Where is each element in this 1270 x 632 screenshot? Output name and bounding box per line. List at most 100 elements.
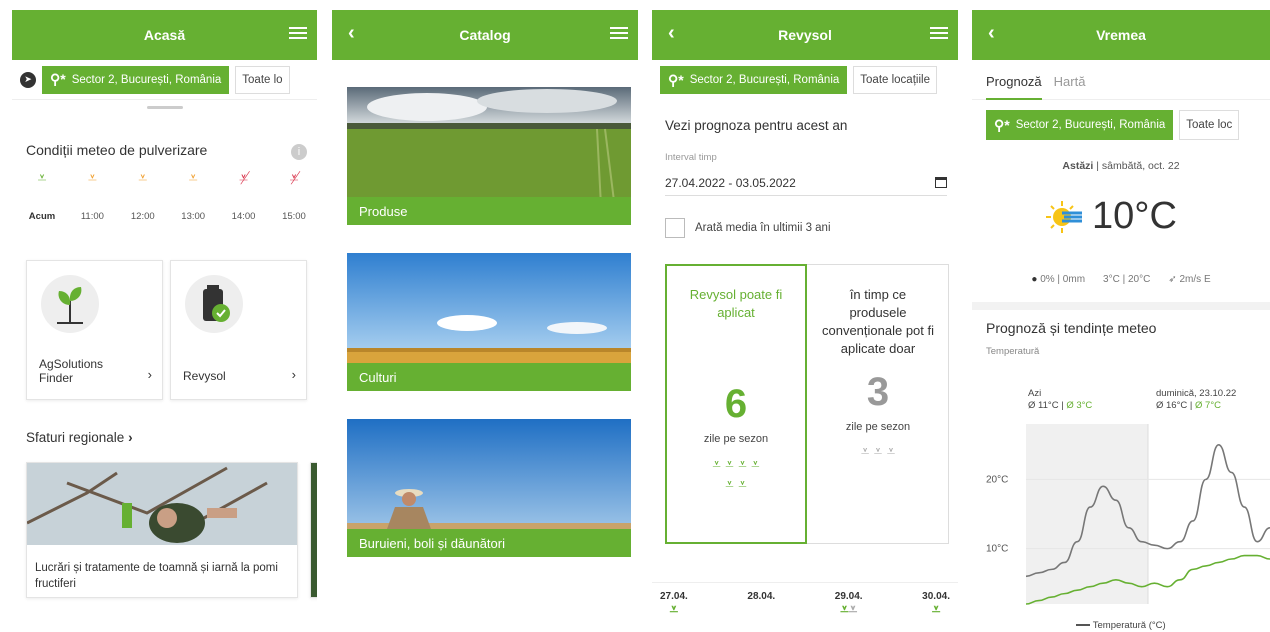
navigation-icon[interactable]: ➤ (20, 71, 36, 88)
wind-direction-icon: ➶ (1168, 274, 1177, 285)
tab-map[interactable]: Hartă (1054, 74, 1086, 99)
location-pin-icon: ⚲* (50, 71, 66, 87)
screen-revysol: ‹ Revysol ⚲* Sector 2, București, România… (652, 10, 958, 632)
spray-slot-time: 12:00 (130, 211, 155, 222)
interval-label: Interval timp (665, 152, 717, 163)
y-tick-label: 10°C (986, 544, 1008, 555)
sun-wind-icon (1044, 197, 1084, 237)
location-pill[interactable]: ⚲* Sector 2, București, România (660, 66, 848, 94)
revysol-card-title: Revysol poate fi aplicat (689, 287, 783, 320)
spray-slot[interactable]: ⩡ Acum (20, 170, 64, 223)
conventional-sprayer-icons: ⩡ ⩡ ⩡ (810, 443, 946, 461)
header-bar: ‹ Catalog (332, 10, 638, 60)
conventional-days-unit: zile pe sezon (845, 421, 911, 433)
current-weather: 10°C (1044, 195, 1177, 238)
header-bar: ‹ Revysol (652, 10, 958, 60)
catalog-card-label: Produse (347, 197, 631, 225)
spray-slot-time: Acum (28, 211, 56, 222)
all-locations-button[interactable]: Toate loc (1179, 110, 1240, 140)
sprayer-disabled-icon: ⩡̸ (239, 170, 249, 187)
checkbox[interactable] (665, 218, 685, 238)
average-checkbox-row[interactable]: Arată media în ultimii 3 ani (665, 218, 831, 238)
day1-low: Ø 3°C (1066, 400, 1093, 411)
location-pin-icon: ⚲* (994, 116, 1010, 133)
wind-value: ➶ 2m/s E (1168, 274, 1211, 285)
weather-tabs: Prognoză Hartă (972, 60, 1270, 100)
menu-icon[interactable] (930, 24, 948, 42)
day1-name: Azi (1028, 388, 1042, 399)
spray-slot-time: 11:00 (80, 211, 104, 222)
sprayer-icon: ⩡ (138, 170, 148, 187)
page-title: Vremea (1096, 27, 1146, 43)
sprayer-icon: ⩡ (873, 443, 883, 460)
sprayer-icon: ⩡ (725, 456, 734, 473)
legend-label: Temperatură (°C) (1092, 620, 1166, 631)
sprayer-icon: ⩡ (712, 456, 721, 473)
precip-value: ● 0% | 0mm (1031, 274, 1086, 285)
spray-slot[interactable]: ⩡̸ 14:00 (222, 170, 266, 223)
date-column[interactable]: 30.04. ⩡ (922, 583, 950, 632)
spray-slot[interactable]: ⩡ 12:00 (121, 170, 165, 223)
forecast-heading: Vezi prognoza pentru acest an (665, 118, 848, 133)
advice-title[interactable]: Sfaturi regionale › (26, 430, 133, 445)
back-icon[interactable]: ‹ (348, 22, 355, 45)
menu-icon[interactable] (289, 24, 307, 42)
screen-weather: ‹ Vremea Prognoză Hartă ⚲* Sector 2, Bucu… (972, 10, 1270, 632)
sprayer-icon: ⩡ (37, 170, 47, 187)
catalog-card-weeds[interactable]: Buruieni, boli și dăunători (347, 419, 631, 557)
location-text: Sector 2, București, România (71, 73, 222, 86)
header-bar: ‹ Vremea (972, 10, 1270, 60)
tile-label: Revysol (183, 369, 226, 383)
tile-agsolutions[interactable]: AgSolutions Finder › (26, 260, 163, 400)
day2-avg: Ø 16°C | (1156, 400, 1193, 411)
drag-handle[interactable] (146, 106, 183, 109)
tab-forecast[interactable]: Prognoză (986, 74, 1042, 100)
drop-icon: ● (1031, 274, 1038, 285)
checkbox-label: Arată media în ultimii 3 ani (695, 222, 831, 234)
back-icon[interactable]: ‹ (668, 22, 675, 45)
sprayer-icon: ⩡ (860, 443, 870, 460)
calendar-icon (935, 177, 947, 188)
back-icon[interactable]: ‹ (988, 22, 995, 45)
catalog-card-products[interactable]: Produse (347, 87, 631, 225)
screen-home: Acasă ➤ ⚲* Sector 2, București, România T… (12, 10, 317, 632)
info-icon[interactable]: i (291, 144, 307, 160)
all-locations-button[interactable]: Toate lo (235, 65, 290, 94)
spray-slot[interactable]: ⩡ 11:00 (70, 170, 114, 223)
page-title: Catalog (459, 27, 511, 43)
location-pin-icon: ⚲* (668, 71, 684, 88)
location-pill[interactable]: ⚲* Sector 2, București, România (986, 110, 1174, 140)
page-title: Acasă (143, 27, 186, 43)
minmax-value: 3°C | 20°C (1103, 274, 1151, 285)
sprayer-icon: ⩡ (751, 456, 760, 473)
date-column[interactable]: 27.04. ⩡ (660, 583, 688, 632)
menu-icon[interactable] (610, 24, 628, 42)
revysol-sprayer-icons: ⩡ ⩡ ⩡ ⩡ ⩡ ⩡ (667, 455, 805, 495)
interval-field[interactable]: 27.04.2022 - 03.05.2022 (665, 170, 947, 196)
date-column[interactable]: 28.04. (747, 583, 775, 632)
catalog-card-crops[interactable]: Culturi (347, 253, 631, 391)
chevron-right-icon: › (128, 430, 133, 445)
seedling-icon (41, 275, 99, 333)
location-row: ⚲* Sector 2, București, România Toate loc (972, 100, 1270, 150)
tile-revysol[interactable]: Revysol › (170, 260, 307, 400)
advice-card-next[interactable] (310, 462, 317, 598)
catalog-card-label: Buruieni, boli și dăunători (347, 529, 631, 557)
date-column[interactable]: 29.04. ⩡⩡ (835, 583, 863, 632)
tile-label: AgSolutions Finder (39, 357, 104, 385)
sprayer-icon: ⩡ (738, 476, 747, 493)
advice-card[interactable]: Lucrări și tratamente de toamnă și iarnă… (26, 462, 298, 598)
day1-avg: Ø 11°C | (1028, 400, 1064, 411)
revysol-days-unit: zile pe sezon (703, 433, 769, 445)
all-locations-button[interactable]: Toate locațiile (853, 66, 937, 94)
product-icon (185, 275, 243, 333)
advice-text: Lucrări și tratamente de toamnă și iarnă… (35, 562, 278, 590)
chevron-right-icon: › (147, 367, 152, 382)
day2-summary: duminică, 23.10.22 Ø 16°C | Ø 7°C (1156, 388, 1236, 412)
sprayer-icon: ⩡ (669, 601, 679, 618)
location-pill[interactable]: ⚲* Sector 2, București, România (42, 65, 230, 94)
weather-details: ● 0% | 0mm 3°C | 20°C ➶ 2m/s E (972, 274, 1270, 285)
conventional-card-title: în timp ce produsele convenționale pot f… (821, 287, 935, 356)
spray-slot[interactable]: ⩡ 13:00 (171, 170, 215, 223)
spray-slot[interactable]: ⩡̸ 15:00 (272, 170, 316, 223)
